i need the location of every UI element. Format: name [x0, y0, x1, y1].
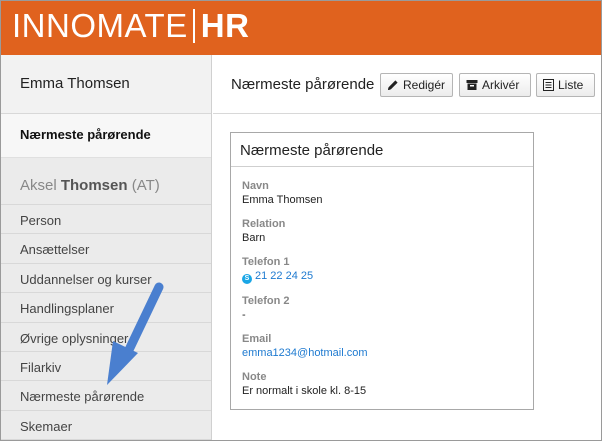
archive-icon [466, 80, 478, 90]
person-last-name: Thomsen [60, 177, 128, 194]
pencil-icon [388, 80, 398, 90]
archive-button-label: Arkivér [482, 78, 520, 92]
card-title: Nærmeste pårørende [231, 133, 533, 167]
edit-button-label: Redigér [403, 78, 446, 92]
archive-button[interactable]: Arkivér [459, 73, 531, 97]
sidebar-spacer [1, 158, 211, 168]
logo[interactable]: INNOMATE HR [12, 6, 249, 46]
sidebar: Emma Thomsen Nærmeste pårørende Aksel Th… [1, 55, 212, 440]
sidebar-active-section[interactable]: Nærmeste pårørende [1, 114, 211, 158]
phone-link[interactable]: S 21 22 24 25 [242, 270, 313, 284]
page-title: Nærmeste pårørende [231, 76, 375, 93]
field-label: Telefon 1 [242, 256, 290, 268]
contact-card: Nærmeste pårørende Navn Emma Thomsen Rel… [230, 132, 534, 410]
field-label: Note [242, 371, 267, 383]
field-note: Note Er normalt i skole kl. 8-15 [242, 371, 366, 397]
field-value: Emma Thomsen [242, 194, 323, 206]
field-value: - [242, 309, 246, 321]
field-value: Barn [242, 232, 266, 244]
top-bar: INNOMATE HR [1, 1, 601, 55]
person-initials: (AT) [131, 177, 160, 194]
sidebar-item-filarkiv[interactable]: Filarkiv [1, 352, 211, 382]
logo-divider [192, 9, 195, 43]
sidebar-item-skemaer[interactable]: Skemaer [1, 411, 211, 440]
field-label: Email [242, 333, 272, 345]
list-button-label: Liste [558, 78, 584, 92]
sidebar-user-name: Emma Thomsen [1, 55, 211, 114]
logo-left: INNOMATE [12, 7, 188, 44]
sidebar-item-handlingsplaner[interactable]: Handlingsplaner [1, 293, 211, 323]
sidebar-item-naermeste[interactable]: Nærmeste pårørende [1, 381, 211, 411]
email-link[interactable]: emma1234@hotmail.com [242, 347, 368, 359]
app-window: INNOMATE HR Emma Thomsen Nærmeste pårøre… [0, 0, 602, 441]
main-header: Nærmeste pårørende Redigér Arkivér Liste [213, 55, 601, 114]
field-label: Relation [242, 218, 286, 230]
sidebar-item-person[interactable]: Person [1, 205, 211, 235]
list-icon [543, 79, 554, 91]
person-first-name: Aksel [20, 177, 57, 194]
field-relation: Relation Barn [242, 218, 285, 244]
field-label: Telefon 2 [242, 295, 290, 307]
sidebar-item-oevrige[interactable]: Øvrige oplysninger [1, 323, 211, 352]
field-phone-2: Telefon 2 - [242, 295, 289, 321]
field-value: Er normalt i skole kl. 8-15 [242, 385, 367, 397]
list-button[interactable]: Liste [536, 73, 595, 97]
sidebar-person-heading[interactable]: Aksel Thomsen (AT) [1, 168, 211, 205]
sidebar-item-ansaettelser[interactable]: Ansættelser [1, 234, 211, 264]
logo-right: HR [200, 7, 250, 44]
sidebar-item-uddannelser[interactable]: Uddannelser og kurser [1, 264, 211, 294]
field-phone-1: Telefon 1 S 21 22 24 25 [242, 256, 313, 284]
field-email: Email emma1234@hotmail.com [242, 333, 368, 359]
skype-icon: S [242, 274, 252, 284]
edit-button[interactable]: Redigér [380, 73, 453, 97]
phone-number: 21 22 24 25 [255, 270, 314, 282]
field-name: Navn Emma Thomsen [242, 180, 323, 206]
field-label: Navn [242, 180, 269, 192]
